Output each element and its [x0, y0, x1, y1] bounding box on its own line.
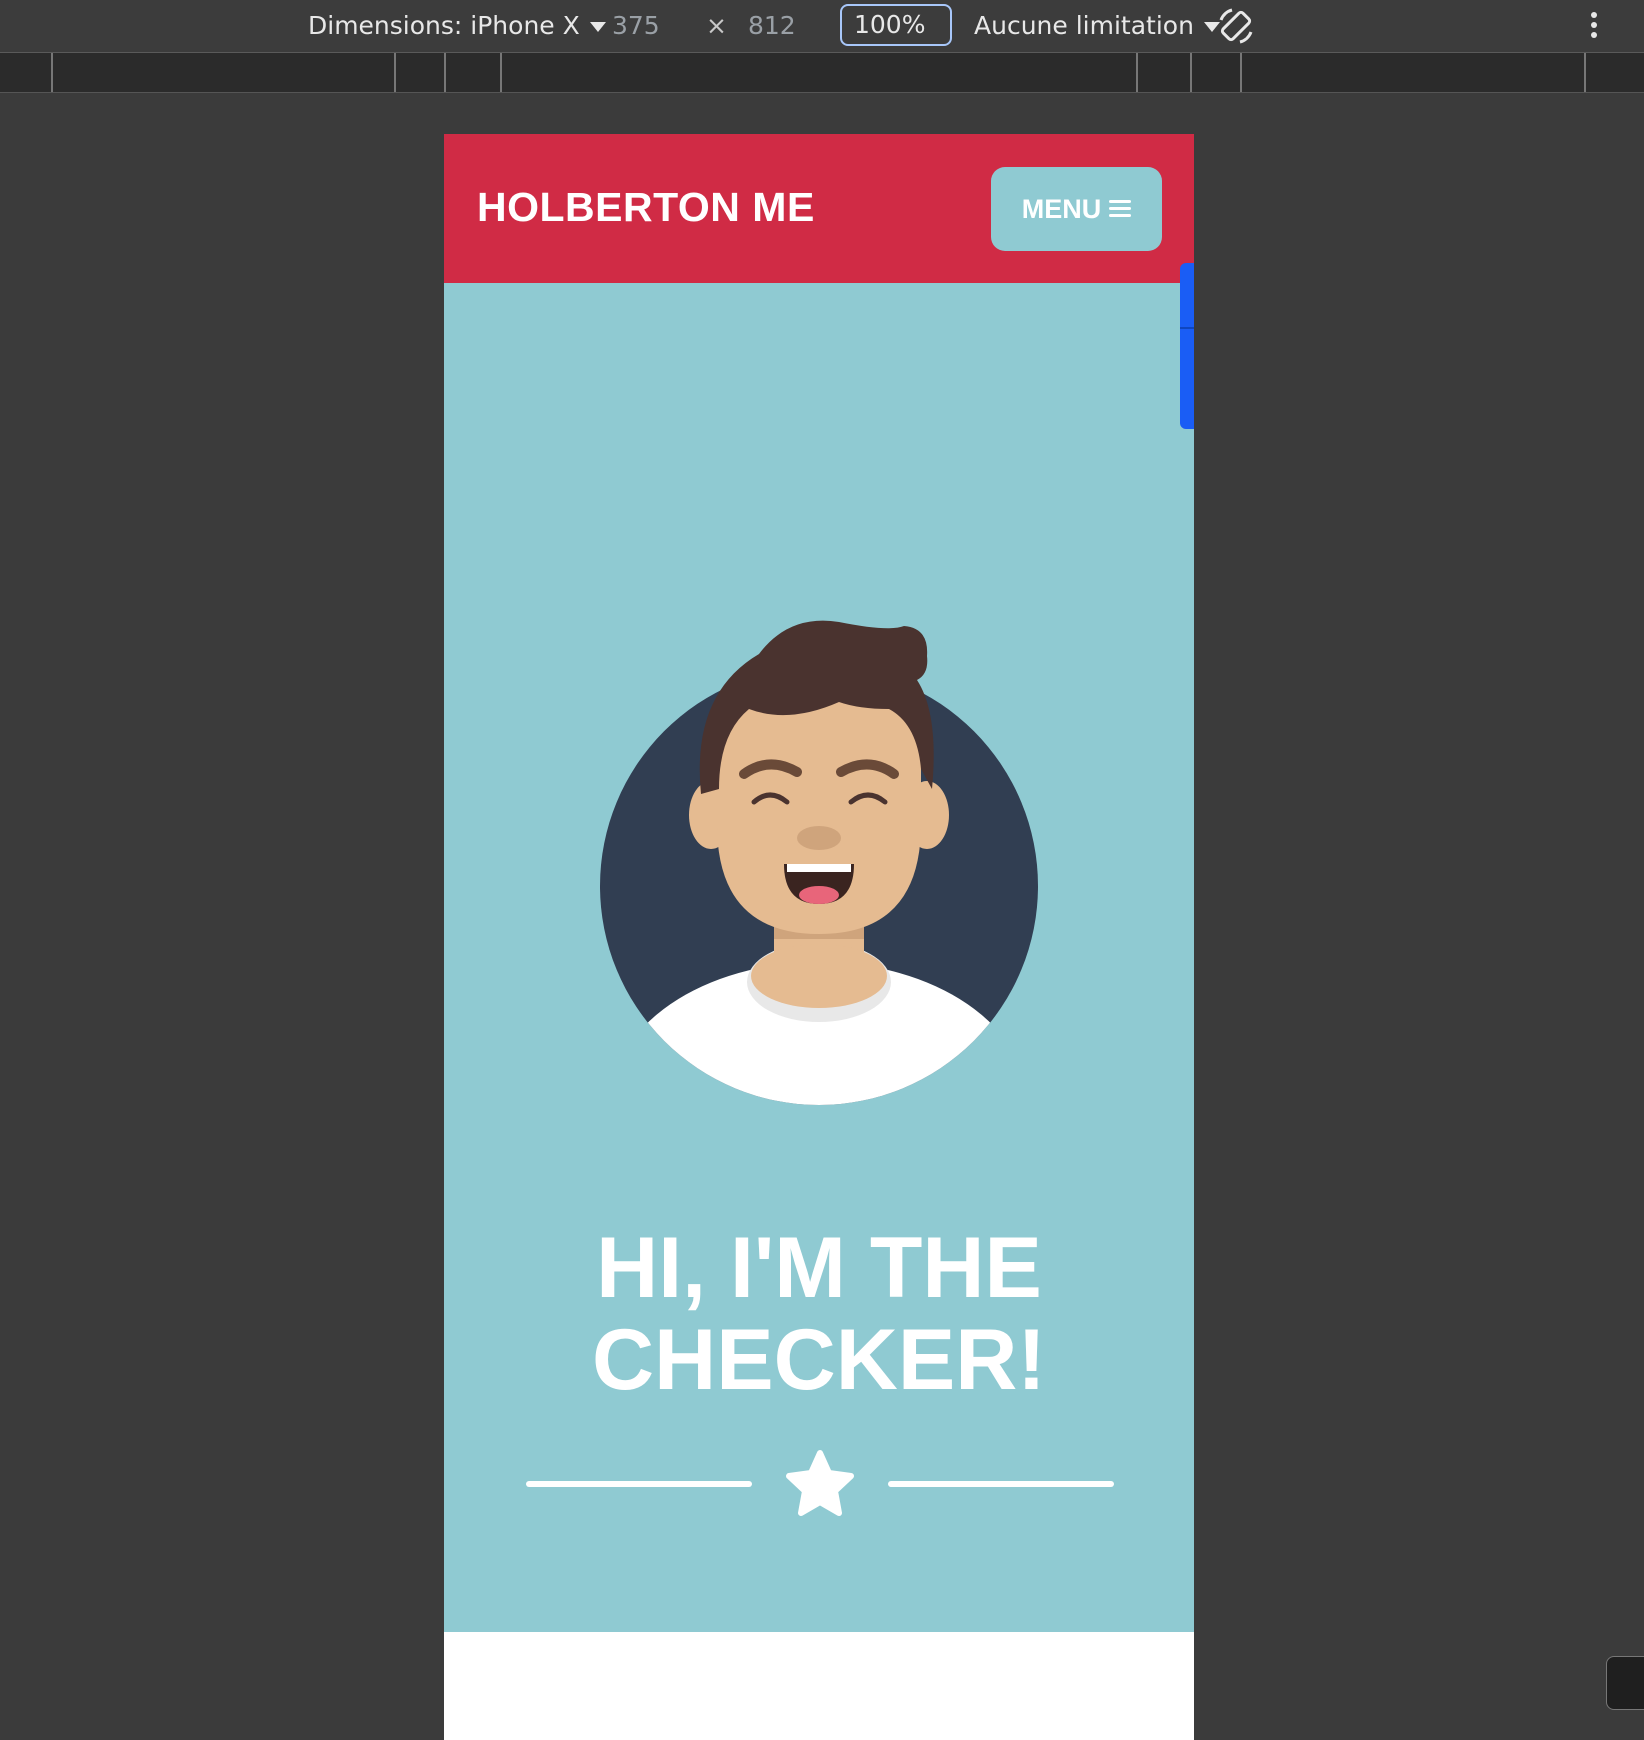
- kebab-menu-icon[interactable]: [1588, 12, 1600, 42]
- device-dimensions-dropdown[interactable]: Dimensions: iPhone X: [308, 10, 606, 42]
- hero-headline-line1: HI, I'M THE: [596, 1220, 1042, 1316]
- divider-line-right: [888, 1481, 1114, 1487]
- hero-section: HI, I'M THE CHECKER!: [444, 283, 1194, 1632]
- device-dimensions-label: Dimensions: iPhone X: [308, 11, 580, 40]
- divider-line-left: [526, 1481, 752, 1487]
- star-icon: [786, 1450, 854, 1516]
- avatar-illustration: [600, 620, 1038, 1105]
- media-query-ruler: [0, 53, 1644, 93]
- rotate-icon[interactable]: [1216, 6, 1256, 46]
- scroll-indicator[interactable]: [1180, 263, 1194, 429]
- device-toolbar: Dimensions: iPhone X 375 × 812 100% Aucu…: [0, 0, 1644, 69]
- height-input[interactable]: 812: [748, 10, 796, 42]
- hero-headline: HI, I'M THE CHECKER!: [444, 1222, 1194, 1406]
- zoom-value: 100%: [854, 10, 926, 39]
- times-separator: ×: [706, 11, 727, 40]
- corner-button[interactable]: [1606, 1656, 1644, 1710]
- throttling-dropdown[interactable]: Aucune limitation: [974, 10, 1220, 42]
- menu-label: MENU: [1021, 194, 1102, 224]
- zoom-dropdown[interactable]: 100%: [840, 4, 952, 69]
- device-viewport: HOLBERTON ME MENU HI, I'M THE CHECKER!: [444, 134, 1194, 1740]
- hamburger-icon: [1109, 199, 1132, 218]
- star-divider: [526, 1450, 1114, 1516]
- site-header: HOLBERTON ME MENU: [444, 134, 1194, 283]
- width-input[interactable]: 375: [612, 10, 660, 42]
- site-brand[interactable]: HOLBERTON ME: [477, 184, 815, 231]
- hero-headline-line2: CHECKER!: [592, 1312, 1046, 1408]
- menu-button[interactable]: MENU: [991, 167, 1162, 251]
- chevron-down-icon: [589, 22, 606, 32]
- throttling-label: Aucune limitation: [974, 11, 1194, 40]
